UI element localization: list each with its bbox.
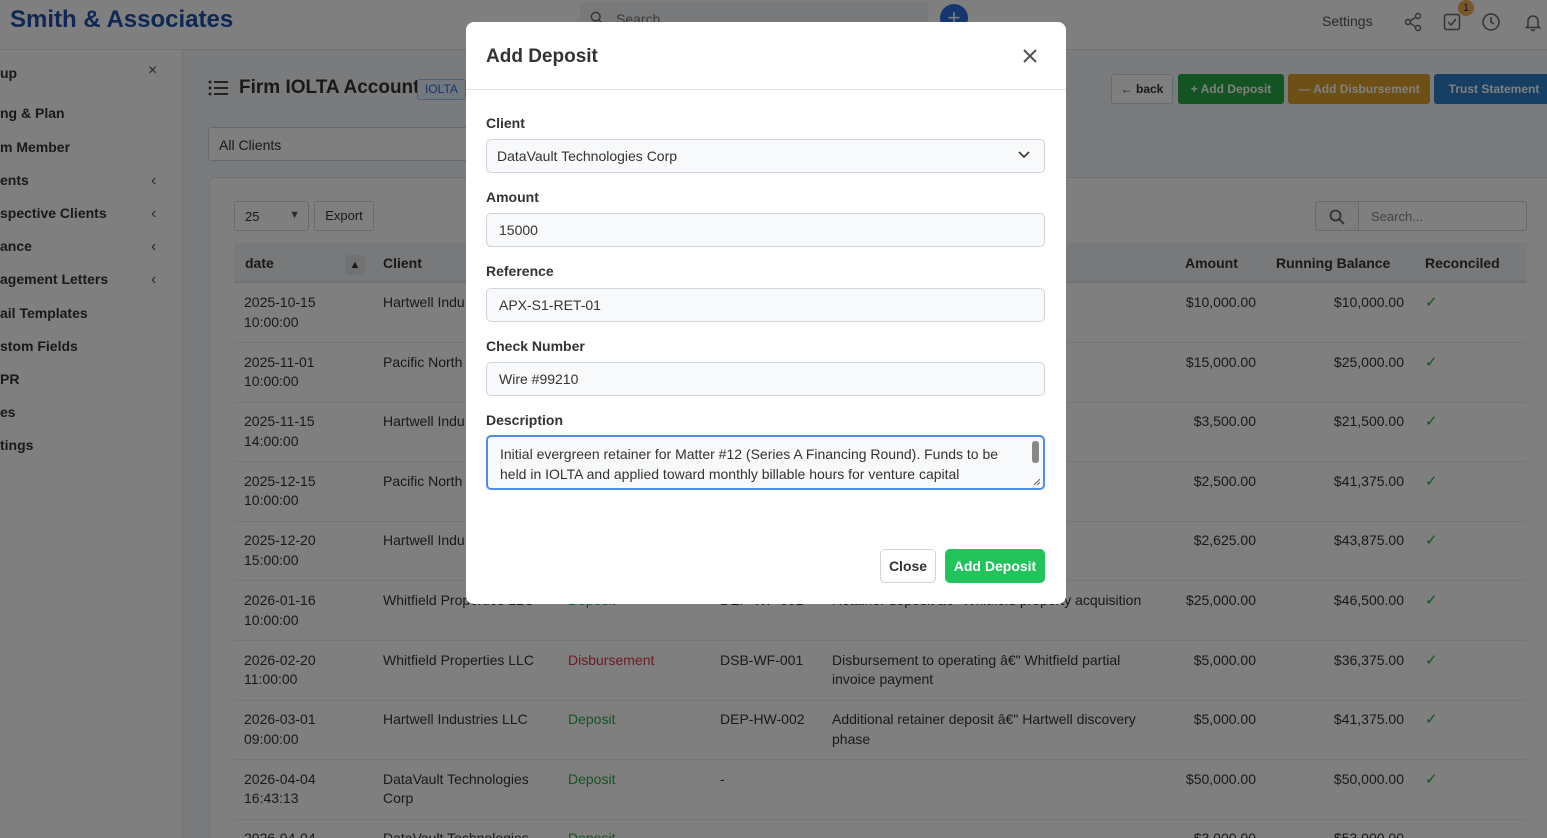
close-button[interactable]: Close bbox=[880, 549, 936, 583]
add-deposit-submit-button[interactable]: Add Deposit bbox=[945, 549, 1045, 583]
description-label: Description bbox=[486, 412, 564, 428]
modal-divider bbox=[466, 89, 1066, 90]
client-select-value: DataVault Technologies Corp bbox=[497, 148, 678, 164]
resize-handle-icon[interactable] bbox=[1033, 478, 1041, 486]
check-number-label: Check Number bbox=[486, 338, 585, 354]
close-icon[interactable] bbox=[1020, 46, 1040, 66]
chevron-down-icon bbox=[1018, 151, 1030, 159]
client-select[interactable]: DataVault Technologies Corp bbox=[486, 139, 1045, 173]
description-value: Initial evergreen retainer for Matter #1… bbox=[500, 446, 999, 488]
add-deposit-modal: Add Deposit Client DataVault Technologie… bbox=[466, 22, 1066, 604]
client-label: Client bbox=[486, 115, 525, 131]
amount-input[interactable]: 15000 bbox=[486, 213, 1045, 247]
reference-label: Reference bbox=[486, 263, 554, 279]
description-textarea[interactable]: Initial evergreen retainer for Matter #1… bbox=[486, 435, 1045, 490]
check-number-input[interactable]: Wire #99210 bbox=[486, 362, 1045, 396]
textarea-scrollbar[interactable] bbox=[1032, 441, 1039, 463]
modal-title: Add Deposit bbox=[486, 46, 598, 67]
reference-input[interactable]: APX-S1-RET-01 bbox=[486, 288, 1045, 322]
amount-label: Amount bbox=[486, 189, 539, 205]
